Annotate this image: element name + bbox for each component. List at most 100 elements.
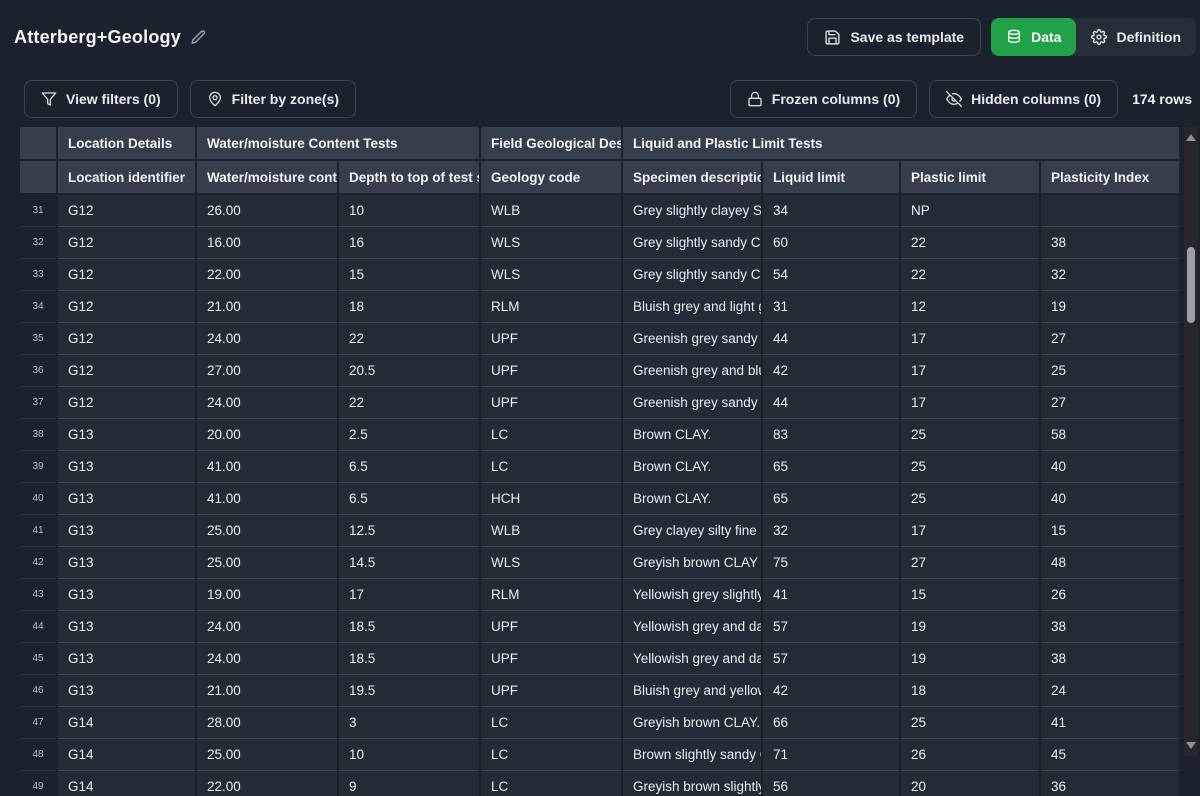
table-cell[interactable]: LC [480, 419, 622, 451]
table-cell[interactable]: 38 [1040, 227, 1180, 259]
table-cell[interactable]: 25.00 [196, 547, 338, 579]
table-cell[interactable]: 44 [762, 323, 900, 355]
table-cell[interactable]: 41.00 [196, 483, 338, 515]
tab-data[interactable]: Data [991, 18, 1076, 56]
table-cell[interactable]: 25 [1040, 355, 1180, 387]
table-cell[interactable]: 28.00 [196, 707, 338, 739]
table-cell[interactable]: G13 [57, 643, 196, 675]
table-cell[interactable]: 65 [762, 451, 900, 483]
table-cell[interactable]: 22 [338, 387, 480, 419]
table-cell[interactable]: Grey slightly sandy CLAY [622, 259, 762, 291]
table-cell[interactable]: 17 [900, 355, 1040, 387]
table-cell[interactable]: 44 [762, 387, 900, 419]
hidden-columns-button[interactable]: Hidden columns (0) [929, 80, 1118, 118]
table-cell[interactable]: 12.5 [338, 515, 480, 547]
table-cell[interactable]: 25.00 [196, 739, 338, 771]
table-cell[interactable]: 19.5 [338, 675, 480, 707]
table-cell[interactable]: Brown slightly sandy CLAY [622, 739, 762, 771]
triangle-down-icon[interactable] [1186, 742, 1196, 749]
table-cell[interactable]: 42 [762, 675, 900, 707]
tab-definition[interactable]: Definition [1076, 18, 1196, 56]
table-cell[interactable]: 83 [762, 419, 900, 451]
table-cell[interactable]: UPF [480, 323, 622, 355]
table-cell[interactable]: G12 [57, 227, 196, 259]
table-cell[interactable]: Brown CLAY. [622, 483, 762, 515]
table-cell[interactable]: 48 [1040, 547, 1180, 579]
table-cell[interactable]: 20.5 [338, 355, 480, 387]
table-cell[interactable]: G13 [57, 579, 196, 611]
column-header[interactable]: Plasticity Index [1040, 160, 1180, 194]
frozen-columns-button[interactable]: Frozen columns (0) [730, 80, 917, 118]
scrollbar-thumb[interactable] [1187, 247, 1195, 323]
table-cell[interactable]: 15 [338, 259, 480, 291]
table-cell[interactable]: Grey slightly clayey SAND [622, 194, 762, 227]
column-group-header[interactable]: Liquid and Plastic Limit Tests [622, 127, 1180, 160]
table-cell[interactable]: 18.5 [338, 643, 480, 675]
table-cell[interactable]: 27.00 [196, 355, 338, 387]
table-cell[interactable]: 19 [1040, 291, 1180, 323]
table-cell[interactable]: 16 [338, 227, 480, 259]
table-cell[interactable]: Greyish brown CLAY with [622, 547, 762, 579]
table-cell[interactable]: 18 [338, 291, 480, 323]
column-header[interactable]: Liquid limit [762, 160, 900, 194]
table-cell[interactable]: 10 [338, 194, 480, 227]
table-cell[interactable]: G12 [57, 194, 196, 227]
table-cell[interactable]: 9 [338, 771, 480, 796]
table-cell[interactable]: 58 [1040, 419, 1180, 451]
table-cell[interactable]: Brown CLAY. [622, 419, 762, 451]
table-cell[interactable]: 6.5 [338, 451, 480, 483]
table-cell[interactable]: G14 [57, 739, 196, 771]
table-cell[interactable]: 25 [900, 419, 1040, 451]
table-cell[interactable]: G13 [57, 515, 196, 547]
column-header[interactable]: Plastic limit [900, 160, 1040, 194]
table-cell[interactable]: G13 [57, 611, 196, 643]
table-cell[interactable]: 22.00 [196, 259, 338, 291]
table-cell[interactable]: 6.5 [338, 483, 480, 515]
table-cell[interactable]: Greenish grey sandy grave [622, 323, 762, 355]
table-cell[interactable]: 42 [762, 355, 900, 387]
table-cell[interactable]: 27 [900, 547, 1040, 579]
table-cell[interactable]: Greenish grey and bluish [622, 355, 762, 387]
table-cell[interactable]: G13 [57, 675, 196, 707]
table-cell[interactable]: 25 [900, 451, 1040, 483]
table-cell[interactable]: WLB [480, 194, 622, 227]
table-cell[interactable]: 24.00 [196, 323, 338, 355]
table-cell[interactable]: 71 [762, 739, 900, 771]
column-header[interactable]: Geology code [480, 160, 622, 194]
table-cell[interactable]: 22 [900, 259, 1040, 291]
table-cell[interactable]: 36 [1040, 771, 1180, 796]
table-cell[interactable]: 18 [900, 675, 1040, 707]
table-cell[interactable]: 25 [900, 707, 1040, 739]
table-cell[interactable]: G12 [57, 387, 196, 419]
column-group-header[interactable]: Water/moisture Content Tests [196, 127, 480, 160]
table-cell[interactable]: 40 [1040, 451, 1180, 483]
table-cell[interactable]: 57 [762, 643, 900, 675]
table-cell[interactable]: G12 [57, 355, 196, 387]
table-cell[interactable]: 17 [900, 387, 1040, 419]
table-cell[interactable]: LC [480, 739, 622, 771]
table-cell[interactable]: 3 [338, 707, 480, 739]
table-cell[interactable]: 25.00 [196, 515, 338, 547]
table-cell[interactable]: 12 [900, 291, 1040, 323]
table-cell[interactable]: LC [480, 451, 622, 483]
table-cell[interactable]: 21.00 [196, 675, 338, 707]
table-cell[interactable]: G13 [57, 483, 196, 515]
column-header[interactable]: Specimen description [622, 160, 762, 194]
table-cell[interactable]: 15 [1040, 515, 1180, 547]
table-cell[interactable]: 26.00 [196, 194, 338, 227]
table-cell[interactable]: UPF [480, 387, 622, 419]
table-cell[interactable]: 24.00 [196, 387, 338, 419]
table-cell[interactable]: 26 [1040, 579, 1180, 611]
table-cell[interactable]: 27 [1040, 387, 1180, 419]
table-cell[interactable]: 66 [762, 707, 900, 739]
table-cell[interactable]: 57 [762, 611, 900, 643]
table-cell[interactable]: 75 [762, 547, 900, 579]
table-cell[interactable]: 21.00 [196, 291, 338, 323]
table-cell[interactable]: G14 [57, 707, 196, 739]
vertical-scrollbar[interactable] [1184, 127, 1198, 756]
table-cell[interactable]: 22.00 [196, 771, 338, 796]
table-cell[interactable]: LC [480, 771, 622, 796]
table-cell[interactable]: 19 [900, 643, 1040, 675]
table-cell[interactable]: G13 [57, 547, 196, 579]
table-cell[interactable]: 16.00 [196, 227, 338, 259]
